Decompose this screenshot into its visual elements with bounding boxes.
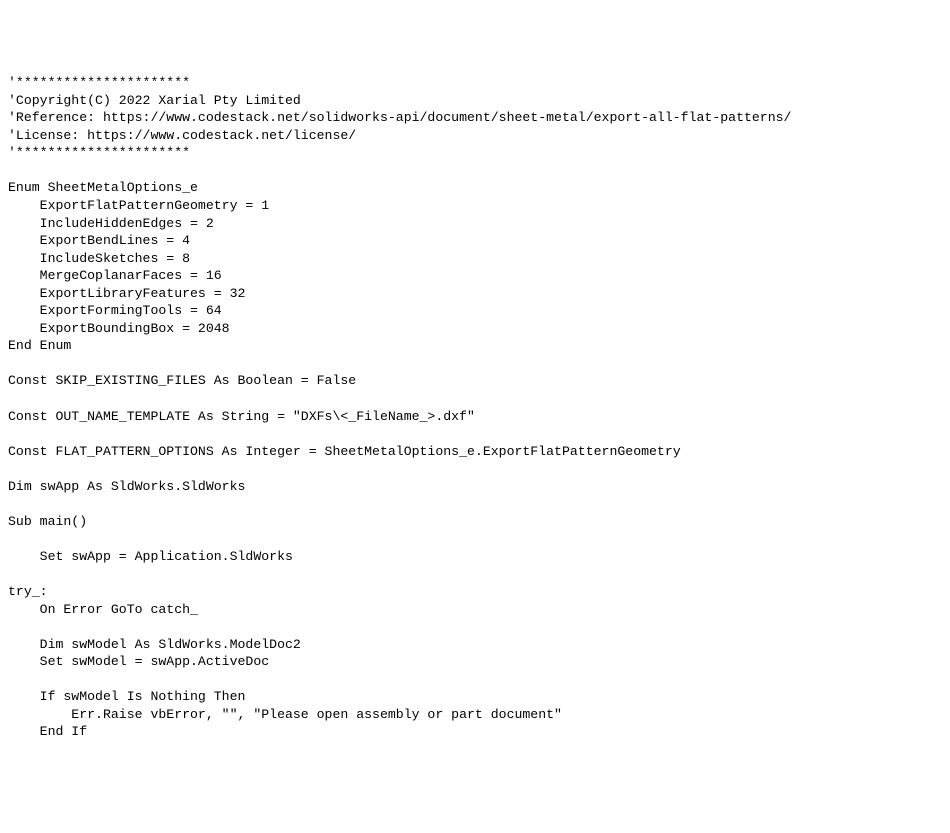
code-line: ExportFormingTools = 64 — [8, 303, 222, 318]
code-line: '********************** — [8, 75, 190, 90]
code-line: 'Reference: https://www.codestack.net/so… — [8, 110, 791, 125]
code-line: IncludeSketches = 8 — [8, 251, 190, 266]
code-line: Err.Raise vbError, "", "Please open asse… — [8, 707, 562, 722]
code-line: End Enum — [8, 338, 71, 353]
code-line: '********************** — [8, 145, 190, 160]
code-line: ExportFlatPatternGeometry = 1 — [8, 198, 269, 213]
code-block: '********************** 'Copyright(C) 20… — [8, 74, 942, 741]
code-line: If swModel Is Nothing Then — [8, 689, 245, 704]
code-line: Set swApp = Application.SldWorks — [8, 549, 293, 564]
code-line: Const FLAT_PATTERN_OPTIONS As Integer = … — [8, 444, 681, 459]
code-line: End If — [8, 724, 87, 739]
code-line: try_: — [8, 584, 48, 599]
code-line: Sub main() — [8, 514, 87, 529]
code-line: Set swModel = swApp.ActiveDoc — [8, 654, 269, 669]
code-line: IncludeHiddenEdges = 2 — [8, 216, 214, 231]
code-line: Const SKIP_EXISTING_FILES As Boolean = F… — [8, 373, 356, 388]
code-line: ExportLibraryFeatures = 32 — [8, 286, 245, 301]
code-line: ExportBendLines = 4 — [8, 233, 190, 248]
code-line: 'Copyright(C) 2022 Xarial Pty Limited — [8, 93, 301, 108]
code-line: On Error GoTo catch_ — [8, 602, 198, 617]
code-line: Enum SheetMetalOptions_e — [8, 180, 198, 195]
code-line: Const OUT_NAME_TEMPLATE As String = "DXF… — [8, 409, 475, 424]
code-line: Dim swApp As SldWorks.SldWorks — [8, 479, 245, 494]
code-line: Dim swModel As SldWorks.ModelDoc2 — [8, 637, 301, 652]
code-line: 'License: https://www.codestack.net/lice… — [8, 128, 356, 143]
code-line: ExportBoundingBox = 2048 — [8, 321, 230, 336]
code-line: MergeCoplanarFaces = 16 — [8, 268, 222, 283]
